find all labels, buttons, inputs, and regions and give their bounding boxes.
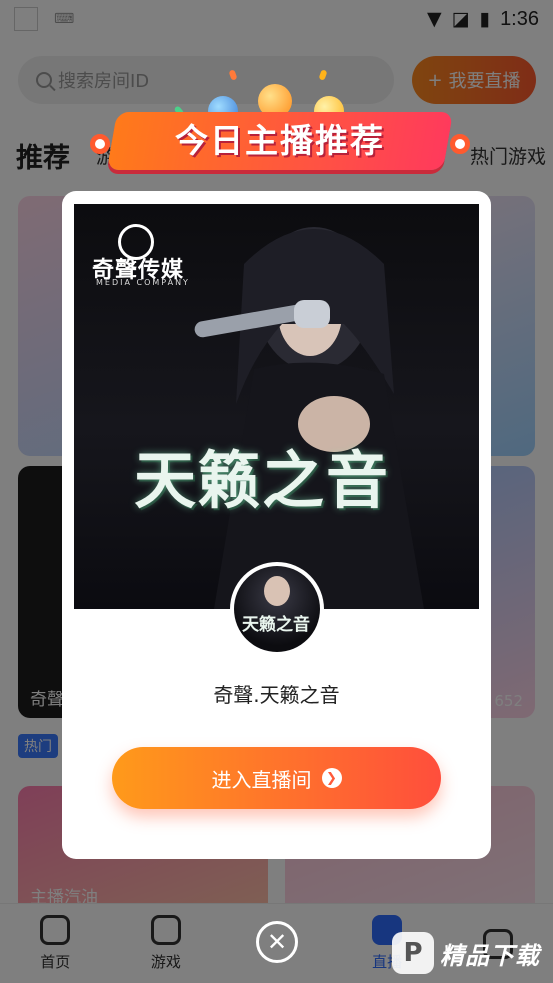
watermark-logo-icon: P (392, 932, 434, 974)
poster-brand-en: MEDIA COMPANY (96, 278, 190, 287)
chevron-right-icon: ❯ (321, 768, 342, 788)
anchor-recommend-dialog: 奇聲传媒 MEDIA COMPANY 天籁之音 天籁之音 奇聲.天籁之音 进入直… (62, 191, 491, 859)
singer-illustration (194, 227, 424, 609)
room-name: 奇聲.天籁之音 (213, 683, 340, 707)
banner-dot (90, 134, 110, 154)
avatar-title: 天籁之音 (242, 615, 310, 635)
site-watermark: P 精品下载 (392, 928, 552, 978)
banner-dot (450, 134, 470, 154)
poster-title: 天籁之音 (134, 444, 391, 517)
anchor-poster[interactable]: 奇聲传媒 MEDIA COMPANY 天籁之音 (74, 204, 479, 609)
enter-room-label: 进入直播间 (211, 767, 312, 792)
watermark-text: 精品下载 (440, 941, 540, 970)
banner-title: 今日主播推荐 (175, 121, 385, 160)
close-dialog-button[interactable]: ✕ (256, 921, 298, 963)
anchor-avatar[interactable]: 天籁之音 (230, 562, 324, 656)
close-icon: ✕ (266, 928, 288, 956)
recommend-banner: 今日主播推荐 (90, 69, 470, 184)
enter-room-button[interactable]: 进入直播间 ❯ (112, 747, 441, 809)
